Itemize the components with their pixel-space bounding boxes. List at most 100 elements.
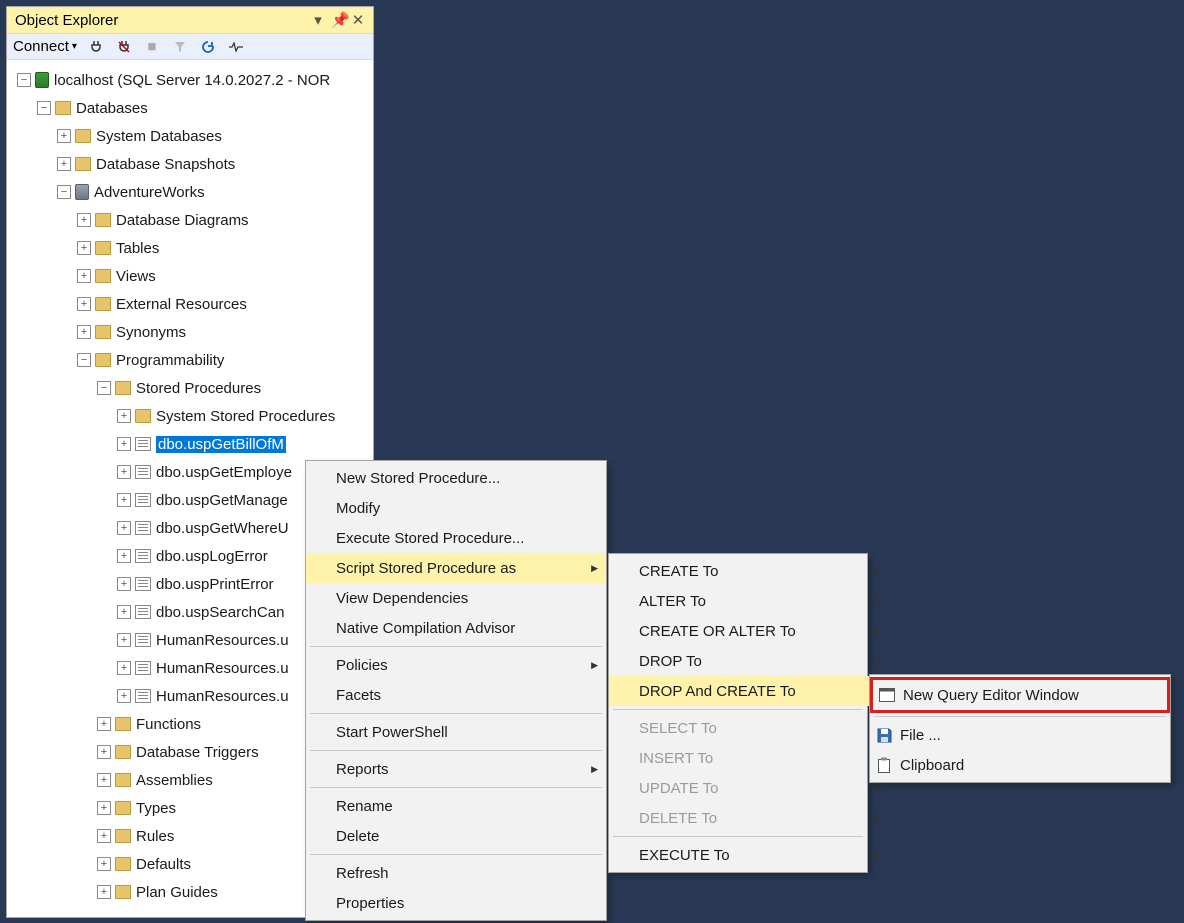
expander-icon[interactable]: + (97, 885, 111, 899)
expander-icon[interactable]: + (97, 717, 111, 731)
tree-dbsnap[interactable]: +Database Snapshots (7, 150, 373, 178)
sproc-icon (135, 493, 151, 507)
expander-icon[interactable]: + (117, 633, 131, 647)
pin-icon[interactable]: 📌 (331, 11, 345, 29)
menu-startps[interactable]: Start PowerShell (306, 717, 606, 747)
sproc-icon (135, 605, 151, 619)
expander-icon[interactable]: + (117, 689, 131, 703)
refresh-icon[interactable] (199, 40, 217, 54)
tree-views[interactable]: +Views (7, 262, 373, 290)
context-menu-target: New Query Editor Window File ... Clipboa… (869, 674, 1171, 783)
tree-server[interactable]: −localhost (SQL Server 14.0.2027.2 - NOR (7, 66, 373, 94)
expander-icon[interactable]: + (77, 213, 91, 227)
folder-icon (115, 717, 131, 731)
separator (310, 787, 602, 788)
expander-icon[interactable]: + (57, 129, 71, 143)
expander-icon[interactable]: + (77, 325, 91, 339)
connect-button[interactable]: Connect (13, 38, 77, 55)
expander-icon[interactable]: + (77, 269, 91, 283)
menu-properties[interactable]: Properties (306, 888, 606, 918)
expander-icon[interactable]: − (17, 73, 31, 87)
folder-icon (95, 325, 111, 339)
tree-diagrams[interactable]: +Database Diagrams (7, 206, 373, 234)
menu-native[interactable]: Native Compilation Advisor (306, 613, 606, 643)
filter-icon[interactable] (171, 41, 189, 53)
separator (310, 646, 602, 647)
sproc-icon (135, 661, 151, 675)
expander-icon[interactable]: + (117, 521, 131, 535)
clipboard-icon (875, 756, 893, 774)
folder-icon (75, 157, 91, 171)
folder-icon (115, 857, 131, 871)
menu-view-dep[interactable]: View Dependencies (306, 583, 606, 613)
menu-reports[interactable]: Reports (306, 754, 606, 784)
plug-disconnect-icon[interactable] (115, 40, 133, 54)
expander-icon[interactable]: − (77, 353, 91, 367)
menu-update-to: UPDATE To (609, 773, 891, 803)
menu-exec[interactable]: Execute Stored Procedure... (306, 523, 606, 553)
menu-new-query-editor[interactable]: New Query Editor Window (870, 677, 1170, 713)
expander-icon[interactable]: + (97, 745, 111, 759)
expander-icon[interactable]: + (97, 829, 111, 843)
expander-icon[interactable]: + (117, 409, 131, 423)
expander-icon[interactable]: − (57, 185, 71, 199)
folder-icon (95, 213, 111, 227)
menu-delete[interactable]: Delete (306, 821, 606, 851)
folder-icon (135, 409, 151, 423)
expander-icon[interactable]: + (77, 241, 91, 255)
tree-aw[interactable]: −AdventureWorks (7, 178, 373, 206)
expander-icon[interactable]: + (117, 549, 131, 563)
menu-alter-to[interactable]: ALTER To (609, 586, 891, 616)
expander-icon[interactable]: + (57, 157, 71, 171)
activity-icon[interactable] (227, 42, 245, 52)
expander-icon[interactable]: + (97, 801, 111, 815)
tree-extres[interactable]: +External Resources (7, 290, 373, 318)
expander-icon[interactable]: + (117, 465, 131, 479)
menu-delete-to: DELETE To (609, 803, 891, 833)
menu-drop-and-create-to[interactable]: DROP And CREATE To (609, 676, 891, 706)
folder-icon (95, 353, 111, 367)
context-menu-script-as: CREATE To ALTER To CREATE OR ALTER To DR… (608, 553, 868, 873)
expander-icon[interactable]: + (117, 605, 131, 619)
menu-refresh[interactable]: Refresh (306, 858, 606, 888)
menu-new-sp[interactable]: New Stored Procedure... (306, 463, 606, 493)
tree-ssp[interactable]: +System Stored Procedures (7, 402, 373, 430)
menu-create-to[interactable]: CREATE To (609, 556, 891, 586)
tree-databases[interactable]: −Databases (7, 94, 373, 122)
sproc-icon (135, 521, 151, 535)
separator (613, 709, 863, 710)
menu-clipboard[interactable]: Clipboard (870, 750, 1170, 780)
tree-sp1[interactable]: +dbo.uspGetBillOfM (7, 430, 373, 458)
menu-drop-to[interactable]: DROP To (609, 646, 891, 676)
expander-icon[interactable]: + (117, 437, 131, 451)
menu-policies[interactable]: Policies (306, 650, 606, 680)
menu-rename[interactable]: Rename (306, 791, 606, 821)
expander-icon[interactable]: − (97, 381, 111, 395)
stop-icon[interactable]: ■ (143, 38, 161, 55)
dropdown-icon[interactable]: ▾ (311, 11, 325, 29)
tree-sprocs[interactable]: −Stored Procedures (7, 374, 373, 402)
tree-tables[interactable]: +Tables (7, 234, 373, 262)
expander-icon[interactable]: + (117, 493, 131, 507)
sproc-icon (135, 437, 151, 451)
plug-connect-icon[interactable] (87, 40, 105, 54)
expander-icon[interactable]: + (117, 577, 131, 591)
tree-sysdb[interactable]: +System Databases (7, 122, 373, 150)
expander-icon[interactable]: + (97, 857, 111, 871)
menu-execute-to[interactable]: EXECUTE To (609, 840, 891, 870)
folder-icon (115, 801, 131, 815)
expander-icon[interactable]: + (117, 661, 131, 675)
menu-facets[interactable]: Facets (306, 680, 606, 710)
expander-icon[interactable]: + (77, 297, 91, 311)
separator (874, 716, 1166, 717)
close-icon[interactable]: ✕ (351, 11, 365, 29)
tree-synonyms[interactable]: +Synonyms (7, 318, 373, 346)
menu-script-as[interactable]: Script Stored Procedure as (306, 553, 606, 583)
menu-modify[interactable]: Modify (306, 493, 606, 523)
expander-icon[interactable]: + (97, 773, 111, 787)
expander-icon[interactable]: − (37, 101, 51, 115)
menu-file[interactable]: File ... (870, 720, 1170, 750)
tree-prog[interactable]: −Programmability (7, 346, 373, 374)
sproc-icon (135, 465, 151, 479)
menu-create-or-alter-to[interactable]: CREATE OR ALTER To (609, 616, 891, 646)
